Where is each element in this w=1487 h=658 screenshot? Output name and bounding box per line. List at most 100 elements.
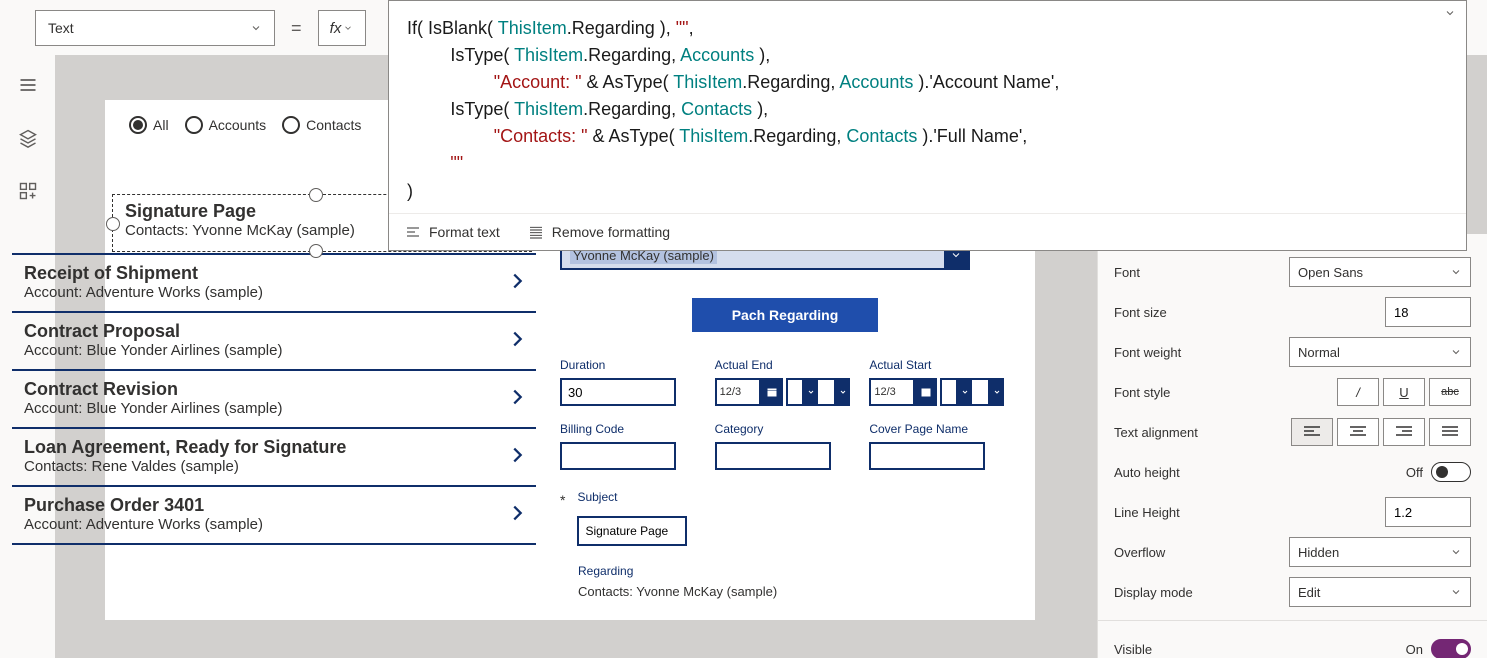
chevron-right-icon[interactable] <box>506 502 528 527</box>
category-input[interactable] <box>715 442 831 470</box>
prop-row-lineheight: Line Height <box>1114 492 1471 532</box>
resize-handle[interactable] <box>309 244 323 258</box>
font-size-input[interactable] <box>1385 297 1471 327</box>
format-icon <box>405 224 421 240</box>
chevron-right-icon[interactable] <box>506 328 528 353</box>
radio-accounts-label: Accounts <box>209 117 267 133</box>
fx-label: fx <box>330 20 342 37</box>
chevron-down-icon <box>343 23 353 33</box>
divider <box>1098 620 1487 621</box>
auto-height-toggle[interactable]: Off <box>1406 462 1471 482</box>
prop-row-align: Text alignment <box>1114 412 1471 452</box>
radio-contacts[interactable]: Contacts <box>282 116 361 134</box>
font-weight-dropdown[interactable]: Normal <box>1289 337 1471 367</box>
properties-panel: Font Open Sans Font size Font weight Nor… <box>1097 234 1487 658</box>
billing-input[interactable] <box>560 442 676 470</box>
duration-input[interactable] <box>560 378 676 406</box>
list-item[interactable]: Contract RevisionAccount: Blue Yonder Ai… <box>12 371 536 429</box>
regarding-value: Contacts: Yvonne McKay (sample) <box>578 584 1010 599</box>
required-star: * <box>560 492 565 508</box>
formula-editor[interactable]: If( IsBlank( ThisItem.Regarding ), "", I… <box>388 0 1467 251</box>
prop-label: Visible <box>1114 642 1152 657</box>
property-selector[interactable]: Text <box>35 10 275 46</box>
field-label: Duration <box>560 358 701 372</box>
formula-text[interactable]: If( IsBlank( ThisItem.Regarding ), "", I… <box>389 1 1466 213</box>
list-item-title: Contract Revision <box>24 379 506 400</box>
list-item-subtitle: Account: Blue Yonder Airlines (sample) <box>24 342 506 359</box>
prop-label: Line Height <box>1114 505 1180 520</box>
subject-input[interactable] <box>577 516 687 546</box>
list-item-title: Purchase Order 3401 <box>24 495 506 516</box>
chevron-right-icon[interactable] <box>506 444 528 469</box>
list-item-subtitle: Account: Adventure Works (sample) <box>24 284 506 301</box>
actual-start-field: Actual Start 12/3 <box>869 358 1010 406</box>
prop-row-autoheight: Auto height Off <box>1114 452 1471 492</box>
property-selector-label: Text <box>48 20 74 36</box>
list-item[interactable]: Loan Agreement, Ready for SignatureConta… <box>12 429 536 487</box>
align-center-button[interactable] <box>1337 418 1379 446</box>
date-picker[interactable]: 12/3 <box>869 378 1010 406</box>
radio-contacts-label: Contacts <box>306 117 361 133</box>
strike-button[interactable]: abc <box>1429 378 1471 406</box>
prop-row-size: Font size <box>1114 292 1471 332</box>
prop-row-overflow: Overflow Hidden <box>1114 532 1471 572</box>
radio-accounts[interactable]: Accounts <box>185 116 267 134</box>
prop-label: Font weight <box>1114 345 1181 360</box>
prop-label: Font size <box>1114 305 1167 320</box>
prop-row-font: Font Open Sans <box>1114 252 1471 292</box>
left-rail <box>0 55 55 204</box>
equals-sign: = <box>285 18 308 39</box>
prop-label: Font <box>1114 265 1140 280</box>
list-item[interactable]: Contract ProposalAccount: Blue Yonder Ai… <box>12 313 536 371</box>
prop-label: Display mode <box>1114 585 1193 600</box>
chevron-down-icon[interactable] <box>1444 7 1456 22</box>
field-label: Regarding <box>578 564 1010 578</box>
remove-formatting-button[interactable]: Remove formatting <box>528 224 670 240</box>
field-label: Category <box>715 422 856 436</box>
resize-handle[interactable] <box>309 188 323 202</box>
prop-row-visible: Visible On <box>1114 629 1471 658</box>
resize-handle[interactable] <box>106 217 120 231</box>
prop-row-weight: Font weight Normal <box>1114 332 1471 372</box>
italic-button[interactable]: / <box>1337 378 1379 406</box>
field-label: Cover Page Name <box>869 422 1010 436</box>
align-left-button[interactable] <box>1291 418 1333 446</box>
font-dropdown[interactable]: Open Sans <box>1289 257 1471 287</box>
overflow-dropdown[interactable]: Hidden <box>1289 537 1471 567</box>
list-item-title: Receipt of Shipment <box>24 263 506 284</box>
cover-input[interactable] <box>869 442 985 470</box>
display-mode-dropdown[interactable]: Edit <box>1289 577 1471 607</box>
radio-all-label: All <box>153 117 169 133</box>
underline-button[interactable]: U <box>1383 378 1425 406</box>
fx-button[interactable]: fx <box>318 10 366 46</box>
prop-row-display: Display mode Edit <box>1114 572 1471 612</box>
align-center-icon <box>1350 426 1366 438</box>
align-right-icon <box>1396 426 1412 438</box>
hamburger-icon[interactable] <box>18 75 38 98</box>
radio-all[interactable]: All <box>129 116 169 134</box>
align-right-button[interactable] <box>1383 418 1425 446</box>
duration-field: Duration <box>560 358 701 406</box>
visible-toggle[interactable]: On <box>1406 639 1471 658</box>
list-item-subtitle: Account: Adventure Works (sample) <box>24 516 506 533</box>
list-item[interactable]: Purchase Order 3401Account: Adventure Wo… <box>12 487 536 545</box>
prop-label: Font style <box>1114 385 1170 400</box>
align-justify-button[interactable] <box>1429 418 1471 446</box>
line-height-input[interactable] <box>1385 497 1471 527</box>
chevron-down-icon <box>250 22 262 34</box>
list-item-title: Loan Agreement, Ready for Signature <box>24 437 506 458</box>
formula-toolbar: Format text Remove formatting <box>389 213 1466 250</box>
layers-icon[interactable] <box>18 128 38 151</box>
billing-field: Billing Code <box>560 422 701 470</box>
chevron-right-icon[interactable] <box>506 386 528 411</box>
list-item[interactable]: Receipt of ShipmentAccount: Adventure Wo… <box>12 255 536 313</box>
date-picker[interactable]: 12/3 <box>715 378 856 406</box>
patch-regarding-button[interactable]: Pach Regarding <box>692 298 878 332</box>
chevron-right-icon[interactable] <box>506 270 528 295</box>
list-item-subtitle: Contacts: Rene Valdes (sample) <box>24 458 506 475</box>
format-text-label: Format text <box>429 224 500 240</box>
remove-formatting-label: Remove formatting <box>552 224 670 240</box>
prop-label: Overflow <box>1114 545 1165 560</box>
toggle-label: Off <box>1406 465 1423 480</box>
format-text-button[interactable]: Format text <box>405 224 500 240</box>
